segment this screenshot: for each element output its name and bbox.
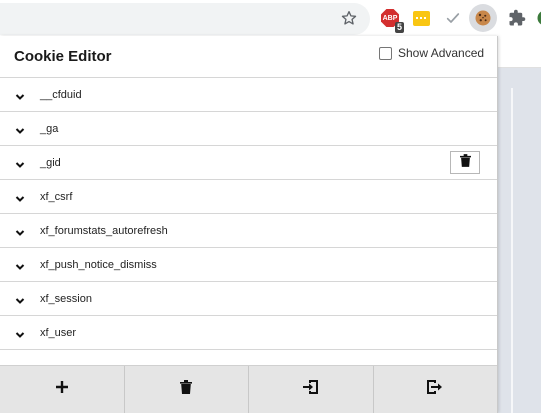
- export-button[interactable]: [374, 366, 498, 413]
- cookie-editor-popup: Cookie Editor Show Advanced __cfduid _ga _…: [0, 36, 498, 413]
- cookie-name: xf_csrf: [40, 191, 73, 203]
- cookie-name: _ga: [40, 123, 59, 135]
- checkmark-icon[interactable]: [441, 6, 465, 30]
- page-divider: [511, 88, 513, 413]
- chevron-down-icon[interactable]: [15, 89, 25, 100]
- cookie-row[interactable]: _gid: [0, 146, 497, 180]
- chevron-down-icon[interactable]: [15, 225, 25, 236]
- delete-all-button[interactable]: [125, 366, 249, 413]
- page-background: [498, 68, 541, 413]
- popup-footer: [0, 365, 497, 413]
- trash-icon: [180, 380, 193, 399]
- address-bar[interactable]: [0, 3, 370, 35]
- browser-toolbar: ABP 5: [0, 0, 541, 36]
- show-advanced-label: Show Advanced: [398, 46, 485, 60]
- page-header-area: [498, 36, 541, 68]
- cookie-row[interactable]: xf_forumstats_autorefresh: [0, 214, 497, 248]
- add-icon: [55, 380, 69, 399]
- chevron-down-icon[interactable]: [15, 157, 25, 168]
- chevron-down-icon[interactable]: [15, 123, 25, 134]
- trash-icon: [459, 153, 471, 172]
- adblock-count-badge: 5: [394, 22, 404, 33]
- export-icon: [427, 380, 443, 399]
- cookie-list: __cfduid _ga _gid xf_csrf xf_forumstats_auto…: [0, 78, 497, 350]
- show-advanced-toggle[interactable]: Show Advanced: [379, 46, 484, 60]
- star-icon[interactable]: [337, 6, 361, 30]
- chevron-down-icon[interactable]: [15, 259, 25, 270]
- adblock-icon[interactable]: ABP 5: [378, 6, 404, 33]
- cookie-row[interactable]: __cfduid: [0, 78, 497, 112]
- cookie-icon[interactable]: [469, 4, 497, 32]
- yellow-extension-icon[interactable]: [409, 6, 433, 30]
- cookie-name: _gid: [40, 157, 61, 169]
- profile-icon[interactable]: [533, 6, 541, 30]
- cookie-row[interactable]: xf_session: [0, 282, 497, 316]
- puzzle-icon[interactable]: [505, 6, 529, 30]
- popup-header: Cookie Editor Show Advanced: [0, 36, 497, 78]
- import-icon: [302, 380, 319, 399]
- cookie-row[interactable]: xf_user: [0, 316, 497, 350]
- cookie-row[interactable]: _ga: [0, 112, 497, 146]
- add-cookie-button[interactable]: [0, 366, 125, 413]
- cookie-row[interactable]: xf_csrf: [0, 180, 497, 214]
- cookie-name: __cfduid: [40, 89, 82, 101]
- popup-title: Cookie Editor: [14, 48, 112, 65]
- delete-cookie-button[interactable]: [450, 151, 480, 174]
- chevron-down-icon[interactable]: [15, 191, 25, 202]
- cookie-name: xf_push_notice_dismiss: [40, 259, 157, 271]
- show-advanced-checkbox[interactable]: [379, 46, 392, 60]
- cookie-row[interactable]: xf_push_notice_dismiss: [0, 248, 497, 282]
- chevron-down-icon[interactable]: [15, 327, 25, 338]
- import-button[interactable]: [249, 366, 374, 413]
- cookie-name: xf_forumstats_autorefresh: [40, 225, 168, 237]
- cookie-name: xf_user: [40, 327, 77, 339]
- chevron-down-icon[interactable]: [15, 293, 25, 304]
- cookie-name: xf_session: [40, 293, 92, 305]
